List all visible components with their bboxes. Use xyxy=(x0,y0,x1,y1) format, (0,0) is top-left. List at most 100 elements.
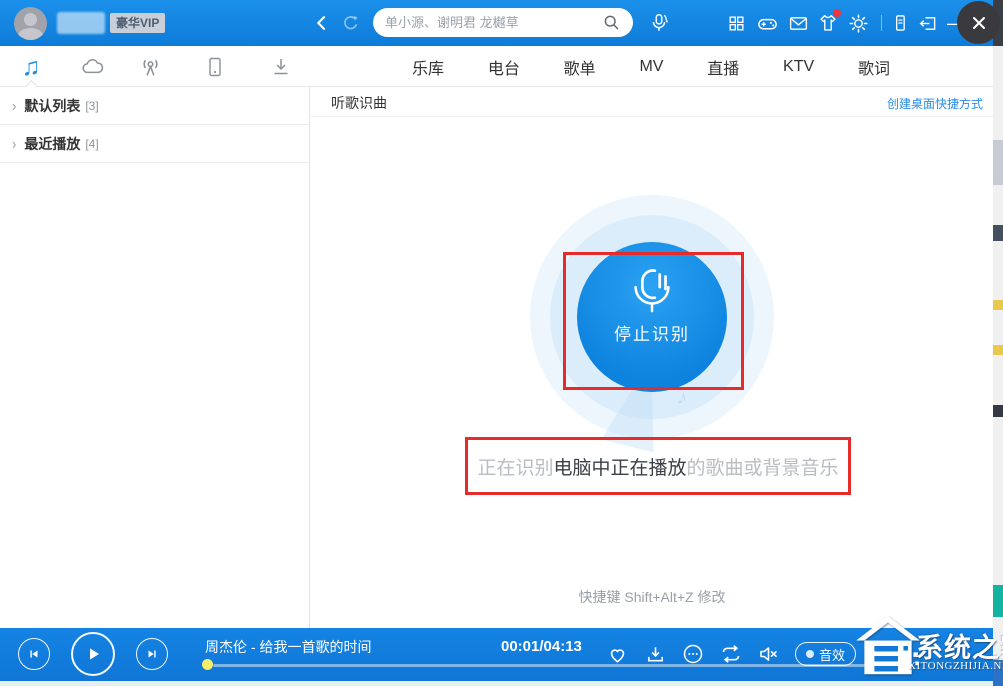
messages-button[interactable] xyxy=(786,11,810,35)
tab-local-music[interactable]: ♫ xyxy=(16,52,46,82)
microphone-pause-icon xyxy=(625,262,679,316)
heart-icon xyxy=(606,643,629,666)
radio-antenna-icon xyxy=(137,54,164,81)
next-track-button[interactable] xyxy=(136,638,168,670)
play-icon xyxy=(84,645,102,663)
download-icon xyxy=(644,643,667,666)
status-suffix: 的歌曲或背景音乐 xyxy=(687,453,839,480)
sidebar: › 默认列表 [3] › 最近播放 [4] xyxy=(0,87,310,628)
status-highlight: 电脑中正在播放 xyxy=(553,453,686,480)
notification-dot xyxy=(833,9,841,17)
gear-icon xyxy=(848,13,869,34)
hotkey-label: 快捷键 Shift+Alt+Z xyxy=(578,589,697,605)
favorite-button[interactable] xyxy=(604,641,630,667)
sidebar-item-default-list[interactable]: › 默认列表 [3] xyxy=(0,87,309,125)
tab-radio[interactable] xyxy=(135,52,165,82)
refresh-icon xyxy=(341,13,361,33)
more-options-button[interactable] xyxy=(680,641,706,667)
search-input[interactable] xyxy=(385,15,602,30)
stop-recognition-button[interactable]: 停止识别 xyxy=(577,242,727,392)
avatar-person-icon xyxy=(24,13,37,26)
create-desktop-shortcut-link[interactable]: 创建桌面快捷方式 xyxy=(887,95,983,112)
username-blurred xyxy=(57,12,105,34)
list-count: [3] xyxy=(85,99,98,113)
tab-downloads[interactable] xyxy=(266,52,296,82)
secondary-bar: ♫ 乐库 电台 歌单 MV 直播 KTV 歌词 xyxy=(0,46,993,87)
gamepad-icon xyxy=(756,12,779,35)
games-button[interactable] xyxy=(755,11,779,35)
device-icon xyxy=(203,55,227,79)
nav-tab-mv[interactable]: MV xyxy=(639,58,663,76)
now-playing-title[interactable]: 周杰伦 - 给我一首歌的时间 xyxy=(205,637,371,657)
nav-tab-playlists[interactable]: 歌单 xyxy=(564,55,596,79)
ellipsis-circle-icon xyxy=(681,642,705,666)
main-nav: 乐库 电台 歌单 MV 直播 KTV 歌词 xyxy=(412,46,890,87)
progress-handle[interactable] xyxy=(202,659,213,670)
recognition-page: 听歌识曲 创建桌面快捷方式 ♪ 停止识别 正在识别电脑中正在播放的歌曲或背景音乐… xyxy=(311,87,993,628)
app-window: 豪华VIP xyxy=(0,0,1003,686)
download-track-button[interactable] xyxy=(642,641,668,667)
apps-grid-button[interactable] xyxy=(724,11,748,35)
envelope-icon xyxy=(788,13,809,34)
nav-tab-live[interactable]: 直播 xyxy=(707,55,739,79)
recognition-status-text: 正在识别电脑中正在播放的歌曲或背景音乐 xyxy=(465,437,851,495)
nav-tab-music-library[interactable]: 乐库 xyxy=(412,55,444,79)
search-icon[interactable] xyxy=(602,13,621,32)
refresh-button[interactable] xyxy=(339,11,363,35)
time-display: 00:01/04:13 xyxy=(501,638,582,655)
close-icon xyxy=(969,13,989,33)
list-label: 最近播放 xyxy=(24,134,80,154)
sidebar-item-recently-played[interactable]: › 最近播放 [4] xyxy=(0,125,309,163)
stop-button-label: 停止识别 xyxy=(614,320,690,345)
page-title: 听歌识曲 xyxy=(331,93,387,113)
volume-mute-button[interactable] xyxy=(756,641,782,667)
status-prefix: 正在识别 xyxy=(477,453,553,480)
grid-icon xyxy=(727,14,746,33)
list-label: 默认列表 xyxy=(24,96,80,116)
tab-device[interactable] xyxy=(200,52,230,82)
sound-effect-button[interactable]: 音效 xyxy=(795,642,856,666)
hotkey-modify-link[interactable]: 修改 xyxy=(698,589,726,605)
back-button[interactable] xyxy=(310,11,334,35)
chevron-right-icon: › xyxy=(12,135,16,153)
chevron-left-icon xyxy=(312,13,332,33)
nav-tab-ktv[interactable]: KTV xyxy=(783,58,814,76)
background-window-sliver-right xyxy=(993,0,1003,686)
list-count: [4] xyxy=(85,137,98,151)
previous-icon xyxy=(27,647,41,661)
vip-badge[interactable]: 豪华VIP xyxy=(110,13,165,33)
sound-effect-label: 音效 xyxy=(819,645,845,664)
previous-track-button[interactable] xyxy=(18,638,50,670)
page-subheader: 听歌识曲 创建桌面快捷方式 xyxy=(311,87,993,117)
mini-mode-button[interactable] xyxy=(916,11,940,35)
player-bar: 周杰伦 - 给我一首歌的时间 00:01/04:13 音效 xyxy=(0,628,993,681)
settings-button[interactable] xyxy=(846,11,870,35)
play-mode-button[interactable] xyxy=(718,641,744,667)
nav-tab-radio[interactable]: 电台 xyxy=(488,55,520,79)
sound-effect-dot-icon xyxy=(806,650,814,658)
phone-icon xyxy=(890,13,910,33)
microphone-recognition-icon xyxy=(648,12,670,34)
mobile-device-button[interactable] xyxy=(888,11,912,35)
muted-speaker-icon xyxy=(757,642,781,666)
close-button[interactable] xyxy=(957,1,1000,44)
hotkey-hint: 快捷键 Shift+Alt+Z 修改 xyxy=(311,587,993,607)
search-box[interactable] xyxy=(373,8,633,37)
play-button[interactable] xyxy=(71,632,115,676)
user-avatar[interactable] xyxy=(14,7,47,40)
music-note-icon: ♫ xyxy=(22,55,41,80)
sidebar-tab-strip: ♫ xyxy=(0,46,310,87)
song-recognition-button[interactable] xyxy=(647,11,671,35)
next-icon xyxy=(145,647,159,661)
nav-tab-lyrics[interactable]: 歌词 xyxy=(858,55,890,79)
background-window-sliver-bottom xyxy=(0,681,993,686)
titlebar: 豪华VIP xyxy=(0,0,993,46)
chevron-right-icon: › xyxy=(12,97,16,115)
tab-cloud-music[interactable] xyxy=(77,52,107,82)
cloud-icon xyxy=(79,54,105,80)
skins-button[interactable] xyxy=(816,11,840,35)
repeat-icon xyxy=(719,642,743,666)
progress-bar[interactable] xyxy=(213,664,893,667)
mini-player-icon xyxy=(918,13,939,34)
titlebar-divider xyxy=(881,15,882,31)
